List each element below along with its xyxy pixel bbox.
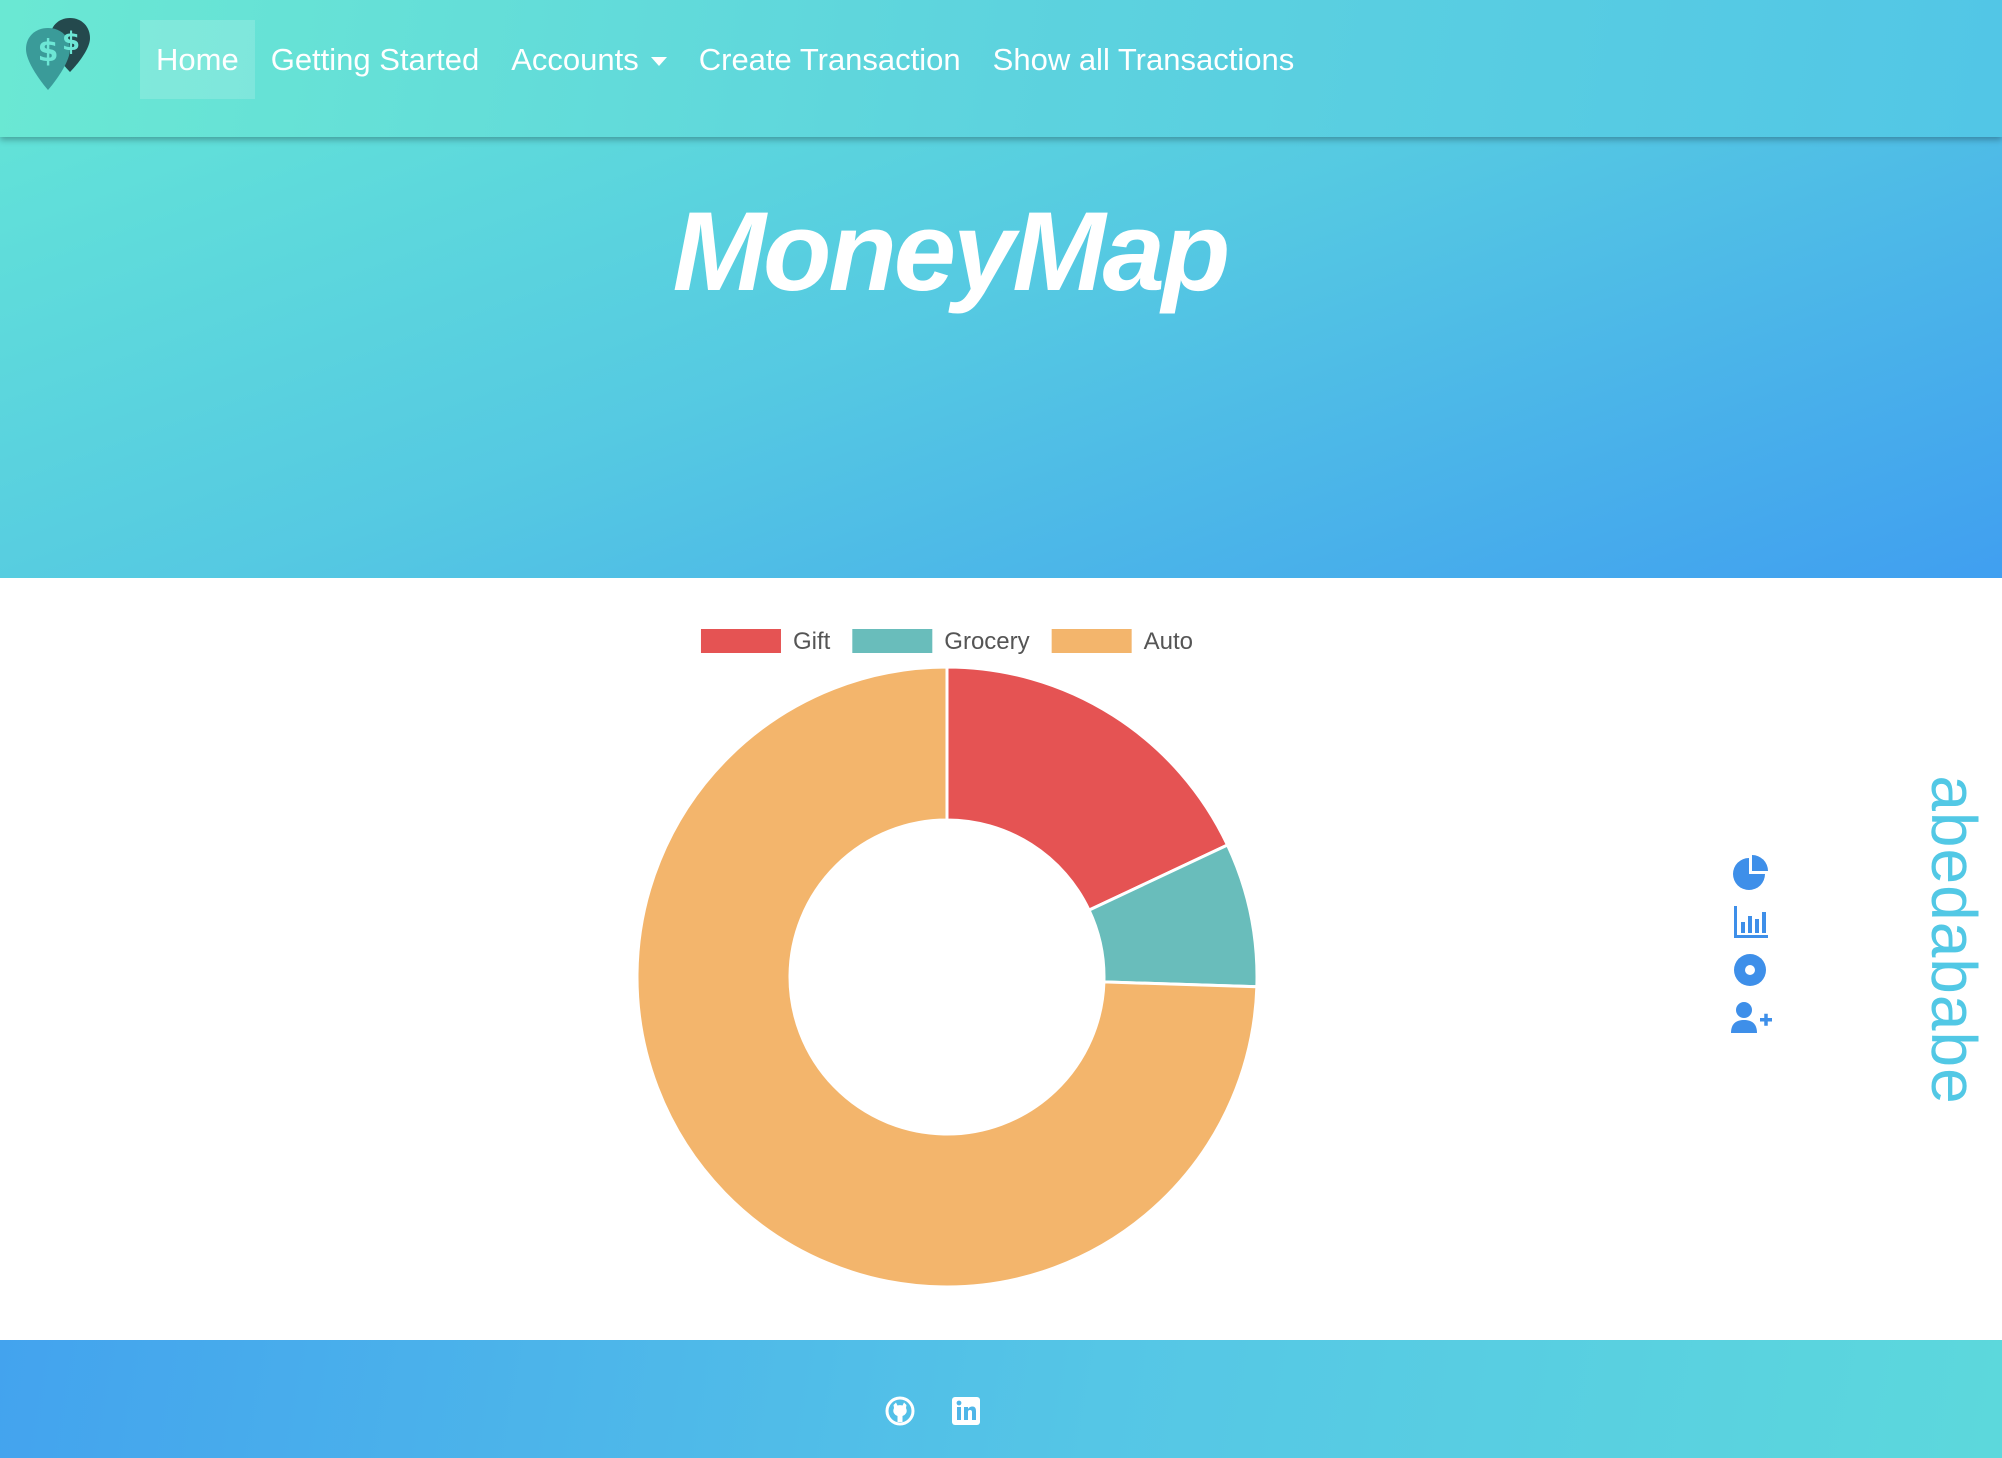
legend-swatch-grocery xyxy=(852,629,933,653)
hero-banner: MoneyMap xyxy=(0,137,2002,578)
svg-text:$: $ xyxy=(38,34,59,69)
svg-text:$: $ xyxy=(62,27,80,57)
bar-chart-icon[interactable] xyxy=(1728,900,1774,944)
nav-dropdown-accounts[interactable]: Accounts xyxy=(495,20,683,99)
nav-links: Home Getting Started Accounts Create Tra… xyxy=(140,20,1310,99)
chart-section: Gift Grocery Auto xyxy=(0,578,2002,1340)
legend-label-grocery: Grocery xyxy=(944,628,1029,655)
dot-circle-icon[interactable] xyxy=(1728,948,1774,992)
nav-link-home[interactable]: Home xyxy=(140,20,255,99)
legend-label-auto: Auto xyxy=(1144,628,1193,655)
legend-swatch-gift xyxy=(700,629,781,653)
nav-link-show-all-transactions-label: Show all Transactions xyxy=(992,41,1295,77)
username-vertical-label: abedababe xyxy=(1904,775,2002,1104)
legend-swatch-auto xyxy=(1051,629,1132,653)
doughnut-chart: Gift Grocery Auto xyxy=(635,628,1259,1289)
legend-item-grocery[interactable]: Grocery xyxy=(852,628,1030,655)
caret-down-icon xyxy=(650,56,667,66)
chart-type-toolbar xyxy=(1728,852,1774,1044)
nav-link-getting-started[interactable]: Getting Started xyxy=(255,20,496,99)
linkedin-icon[interactable] xyxy=(950,1395,982,1427)
legend-item-auto[interactable]: Auto xyxy=(1051,628,1193,655)
legend-label-gift: Gift xyxy=(793,628,831,655)
user-plus-icon[interactable] xyxy=(1728,996,1774,1040)
money-map-pin-logo-icon[interactable]: $ $ xyxy=(22,14,104,104)
legend-item-gift[interactable]: Gift xyxy=(700,628,831,655)
nav-link-create-transaction-label: Create Transaction xyxy=(698,41,961,77)
nav-link-create-transaction[interactable]: Create Transaction xyxy=(683,20,977,99)
pie-chart-icon[interactable] xyxy=(1728,852,1774,896)
github-icon[interactable] xyxy=(884,1395,916,1427)
username-link[interactable]: abedababe xyxy=(1917,775,1991,1104)
nav-dropdown-accounts-label: Accounts xyxy=(511,41,639,77)
nav-link-home-label: Home xyxy=(156,41,239,77)
nav-link-getting-started-label: Getting Started xyxy=(270,41,480,77)
footer-social-links xyxy=(884,1395,982,1427)
hero-title: MoneyMap xyxy=(672,189,1231,314)
navbar: $ $ Home Getting Started Accounts Create… xyxy=(0,0,2002,137)
footer xyxy=(0,1340,2002,1458)
nav-link-show-all-transactions[interactable]: Show all Transactions xyxy=(977,20,1311,99)
